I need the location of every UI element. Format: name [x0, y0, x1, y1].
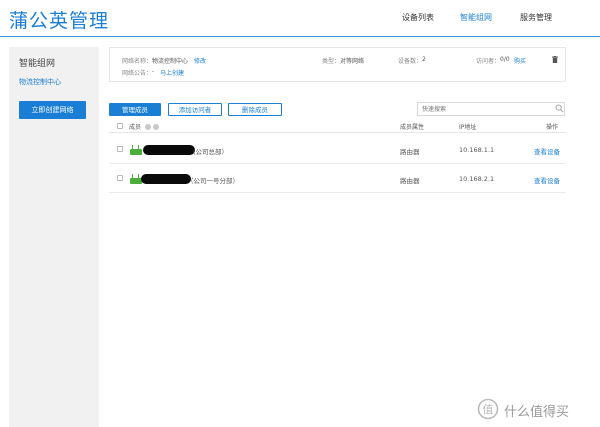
row-checkbox[interactable] [117, 146, 123, 152]
buy-link[interactable]: 购买 [514, 56, 526, 65]
member-attribute: 路由器 [400, 177, 420, 185]
nav-smart-network[interactable]: 智能组网 [460, 12, 492, 23]
sidebar-title: 智能组网 [19, 59, 56, 69]
type-label: 类型： [322, 58, 341, 65]
view-device-link[interactable]: 查看设备 [534, 175, 560, 185]
column-attribute: 成员属性 [400, 124, 425, 131]
member-ip: 10.168.1.1 [459, 146, 495, 154]
member-ip: 10.168.2.1 [459, 175, 495, 183]
member-name: （公司一号分部） [187, 177, 239, 185]
manage-members-button[interactable]: 管理成员 [109, 103, 161, 116]
watermark-logo-icon: 值 [477, 398, 499, 420]
device-count-value: 2 [422, 56, 426, 63]
network-notice-label: 网络公告： [122, 70, 153, 77]
sidebar-item-network[interactable]: 物流控制中心 [19, 77, 61, 87]
app-title: 蒲公英管理 [9, 10, 110, 32]
modify-link[interactable]: 修改 [194, 56, 206, 65]
nav-service-management[interactable]: 服务管理 [520, 12, 552, 23]
network-notice-value: - [152, 68, 155, 75]
watermark-text: 什么值得买 [504, 405, 570, 420]
member-attribute: 路由器 [400, 148, 420, 156]
nav-device-list[interactable]: 设备列表 [402, 12, 434, 23]
table-row: （公司总部） 路由器 10.168.1.1 查看设备 [109, 136, 566, 164]
network-info-panel: 网络名称： 物流控制中心 修改 网络公告： - 马上创建 类型： 对等网络 设备… [109, 47, 566, 82]
filter-icon[interactable] [153, 124, 159, 130]
select-all-checkbox[interactable] [117, 123, 123, 129]
trash-icon[interactable] [552, 56, 558, 63]
build-now-link[interactable]: 马上创建 [160, 68, 184, 77]
view-device-link[interactable]: 查看设备 [534, 146, 560, 156]
top-header: 蒲公英管理 设备列表 智能组网 服务管理 [0, 0, 600, 37]
column-action: 操作 [546, 124, 559, 131]
member-name: （公司总部） [189, 148, 228, 156]
column-member: 成员 [129, 124, 142, 131]
network-name-value: 物流控制中心 [152, 58, 189, 65]
network-name-label: 网络名称： [122, 58, 153, 65]
redacted-name [143, 145, 195, 155]
add-visitor-button[interactable]: 添加访问者 [168, 103, 222, 116]
visitor-label: 访问者： [476, 58, 501, 65]
router-icon [130, 145, 142, 155]
search-input[interactable] [417, 102, 565, 116]
svg-text:值: 值 [483, 403, 494, 416]
column-ip: IP地址 [459, 124, 477, 131]
sort-icon[interactable] [145, 124, 151, 130]
remove-member-button[interactable]: 删除成员 [228, 103, 282, 116]
sidebar: 智能组网 物流控制中心 立即创建网络 [9, 47, 99, 427]
visitor-value: 0/0 [500, 56, 510, 63]
row-checkbox[interactable] [117, 175, 123, 181]
table-header: 成员 成员属性 IP地址 操作 [109, 121, 566, 133]
table-row: （公司一号分部） 路由器 10.168.2.1 查看设备 [109, 165, 566, 193]
redacted-name [141, 174, 191, 184]
device-count-label: 设备数： [398, 58, 423, 65]
create-network-button[interactable]: 立即创建网络 [19, 101, 86, 119]
type-value: 对等网络 [340, 58, 365, 65]
search-icon[interactable] [555, 104, 564, 113]
